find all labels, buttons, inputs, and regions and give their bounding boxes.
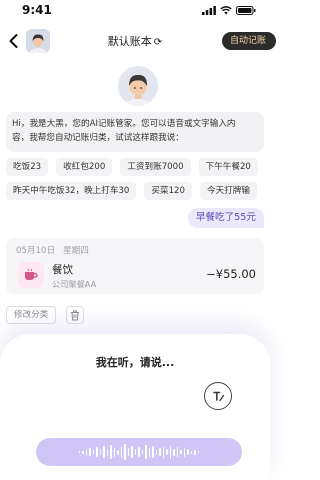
delete-button[interactable]	[66, 306, 84, 324]
battery-icon	[236, 5, 256, 15]
intro-line-2: 容，我帮您自动记账归类，试试这样跟我说：	[12, 133, 184, 143]
assistant-intro-message: Hi，我是大黑，您的AI记账管家。您可以语音或文字输入内 容，我帮您自动记账归类…	[6, 112, 264, 152]
sound-wave-bar	[120, 446, 123, 458]
sound-wave-bar	[82, 450, 84, 454]
sound-wave-bar	[78, 451, 81, 453]
suggestion-row-2: 昨天中午吃饭32，晚上打车30 买菜120 今天打牌输	[6, 182, 257, 200]
sound-wave-bar	[131, 446, 133, 458]
suggestion-chip[interactable]: 今天打牌输	[200, 182, 257, 200]
suggestion-chip[interactable]: 收红包200	[56, 158, 113, 176]
edit-category-button[interactable]: 修改分类	[6, 306, 57, 324]
status-bar: 9:41	[0, 0, 270, 20]
sound-wave-bar	[127, 448, 130, 456]
keyboard-toggle-button[interactable]	[204, 382, 232, 410]
suggestion-chip[interactable]: 工资到账7000	[120, 158, 191, 176]
sound-wave-bar	[169, 445, 172, 459]
suggestion-chip[interactable]: 昨天中午吃饭32，晚上打车30	[6, 182, 137, 200]
trash-icon	[71, 310, 79, 320]
user-message: 早餐吃了55元	[187, 208, 264, 228]
sound-wave-bar	[92, 450, 95, 454]
sound-wave-bar	[176, 447, 179, 457]
coffee-cup-icon	[18, 262, 44, 288]
sound-wave-bar	[187, 449, 189, 455]
suggestion-chip[interactable]: 下午午餐20	[198, 158, 258, 176]
sound-wave-bar	[162, 446, 165, 458]
intro-line-1: Hi，我是大黑，您的AI记账管家。您可以语音或文字输入内	[12, 119, 236, 129]
sound-wave-bar	[141, 450, 144, 454]
sound-wave-bar	[197, 451, 200, 453]
sound-wave-bar	[166, 449, 168, 455]
assistant-avatar	[118, 66, 158, 106]
sound-wave-bar	[103, 446, 105, 458]
sound-wave-bar	[148, 447, 151, 457]
keyboard-toggle-icon	[213, 391, 225, 402]
sound-wave-bar	[99, 449, 102, 455]
sound-wave-bar	[96, 447, 98, 457]
signal-icon	[202, 5, 216, 15]
sound-wave-bar	[138, 447, 140, 457]
sound-wave-bar	[194, 449, 196, 455]
wifi-icon	[220, 5, 232, 14]
transaction-card[interactable]: 05月10日 星期四 餐饮 公司聚餐AA −¥55.00	[6, 238, 264, 294]
record-weekday: 星期四	[63, 246, 89, 256]
voice-record-bar[interactable]	[36, 438, 242, 466]
record-note: 公司聚餐AA	[52, 279, 97, 289]
nav-bar: 默认账本 ⟳ 自动记账	[0, 26, 276, 56]
sound-wave-bar	[117, 449, 119, 455]
sound-wave-bar	[110, 445, 112, 459]
sound-wave-bar	[89, 448, 91, 456]
sound-wave-bar	[113, 447, 116, 457]
ledger-title-label: 默认账本	[107, 35, 152, 48]
listening-prompt: 我在听，请说...	[95, 356, 175, 369]
sound-wave-bar	[124, 444, 126, 460]
avatar-illustration-large	[118, 66, 158, 106]
record-category: 餐饮	[52, 264, 73, 276]
record-amount: −¥55.00	[206, 267, 256, 281]
refresh-icon: ⟳	[153, 37, 163, 48]
sound-wave-bar	[183, 447, 186, 457]
suggestion-chip[interactable]: 吃饭23	[6, 158, 49, 176]
status-icons	[202, 5, 256, 15]
sound-wave-bar	[134, 449, 137, 455]
sound-wave-bar	[152, 446, 154, 458]
voice-input-sheet: 我在听，请说...	[0, 334, 270, 480]
record-date: 05月10日	[16, 246, 56, 256]
record-date-line: 05月10日 星期四	[16, 244, 97, 256]
sound-wave-bar	[85, 449, 88, 455]
status-time: 9:41	[22, 3, 52, 17]
suggestion-row-1: 吃饭23 收红包200 工资到账7000 下午午餐20	[6, 158, 258, 176]
sound-wave-bar	[106, 448, 109, 456]
sound-wave-bar	[145, 445, 147, 459]
sound-wave-bar	[155, 449, 158, 455]
suggestion-chip[interactable]: 买菜120	[144, 182, 192, 200]
auto-bookkeeping-button[interactable]: 自动记账	[221, 32, 276, 50]
sound-wave-bar	[173, 448, 175, 456]
sound-wave-bar	[190, 450, 193, 454]
sound-wave-bar	[159, 448, 161, 456]
sound-wave-bar	[180, 450, 182, 454]
